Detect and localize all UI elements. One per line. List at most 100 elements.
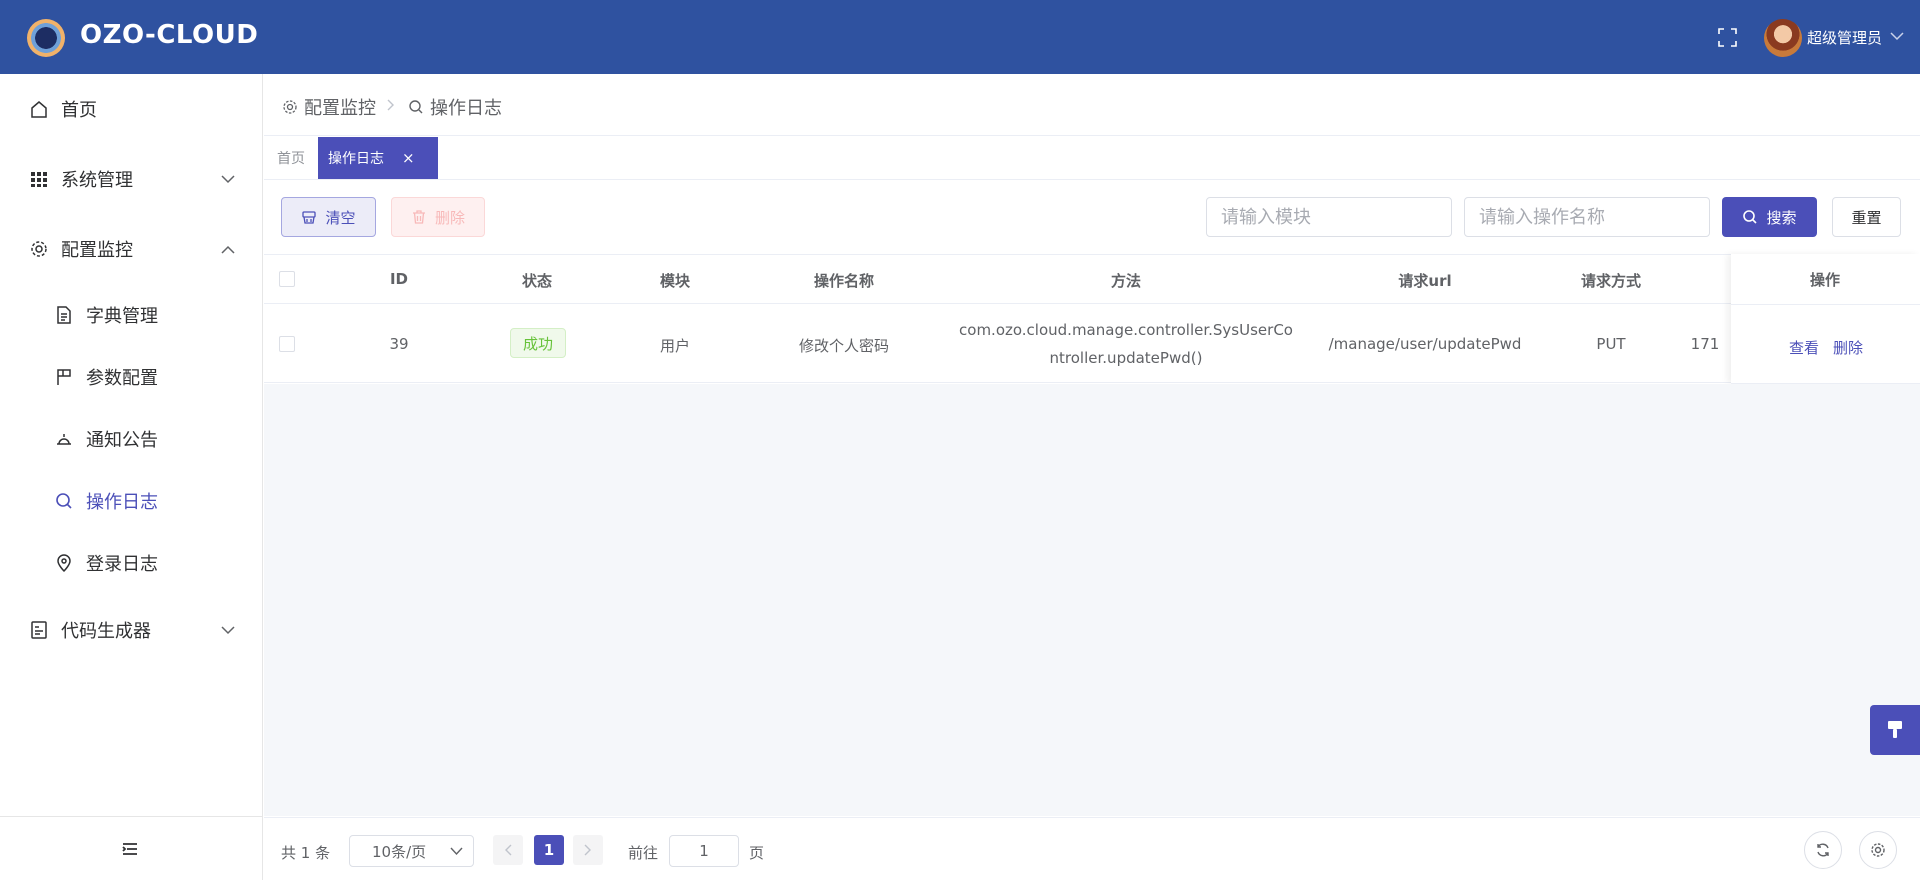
row-checkbox[interactable] [279,336,295,352]
select-all-checkbox[interactable] [279,271,295,287]
flag-icon [57,369,71,385]
sidebar-item-params[interactable]: 参数配置 [0,352,262,402]
search-icon [56,493,72,509]
column-header[interactable]: 请求url [1398,270,1451,291]
cell-method: com.ozo.cloud.manage.controller.SysUserC… [959,321,1293,367]
tab-home[interactable]: 首页 [264,137,318,179]
chevron-left-icon [505,844,512,856]
app-title: OZO-CLOUD [80,20,259,50]
chevron-up-icon [221,245,235,254]
sidebar-item-config-monitor[interactable]: 配置监控 [0,224,262,274]
clear-button[interactable]: 清空 [281,197,376,237]
sidebar-item-home[interactable]: 首页 [0,84,262,134]
cell-request-method: PUT [1596,335,1626,353]
page-size-value: 10条/页 [372,842,427,861]
sidebar-item-dictionary[interactable]: 字典管理 [0,290,262,340]
logo-icon [27,19,65,57]
collapse-menu-icon[interactable] [122,842,138,856]
top-header: OZO-CLOUD 超级管理员 [0,0,1920,74]
column-header[interactable]: 状态 [522,270,552,291]
fixed-operation-column: 操作 查看 删除 [1731,254,1920,384]
page-size-select[interactable]: 10条/页 [349,835,474,867]
table-body-empty-area [264,384,1920,816]
column-header[interactable]: ID [390,270,408,288]
avatar[interactable] [1764,19,1802,57]
pagination-bar: 共 1 条 10条/页 1 前往 1 页 [264,817,1920,880]
tab-label: 操作日志 [328,151,384,167]
search-button[interactable]: 搜索 [1722,197,1817,237]
column-header[interactable]: 模块 [660,270,690,291]
search-icon [1743,210,1758,224]
theme-settings-button[interactable] [1870,705,1920,755]
sidebar-item-login-log[interactable]: 登录日志 [0,538,262,588]
refresh-button[interactable] [1804,831,1842,869]
divider [1731,304,1920,305]
delete-button[interactable]: 删除 [391,197,485,237]
chevron-right-icon [584,844,591,856]
cell-operation: 修改个人密码 [798,337,890,355]
sidebar-item-label: 字典管理 [86,306,158,327]
page-suffix: 页 [749,844,765,862]
column-header[interactable]: 操作名称 [814,270,874,291]
table-header: ID 状态 模块 操作名称 方法 请求url 请求方式 [264,254,1920,304]
sidebar-item-label: 操作日志 [86,492,158,513]
tab-operation-log[interactable]: 操作日志 × [318,137,438,179]
sidebar-item-label: 参数配置 [86,368,158,389]
operation-name-input[interactable] [1464,197,1710,237]
delete-label: 删除 [434,208,465,227]
reset-label: 重置 [1851,208,1882,227]
grid-icon [31,172,47,187]
goto-page-input[interactable]: 1 [669,835,739,867]
module-input[interactable] [1206,197,1452,237]
delete-link[interactable]: 删除 [1833,337,1863,358]
gear-icon [283,100,297,114]
sidebar-item-label: 配置监控 [61,240,133,261]
bell-icon [57,434,71,445]
location-icon [57,554,71,573]
sidebar-item-operation-log[interactable]: 操作日志 [0,476,262,526]
gear-icon [1871,843,1885,857]
clear-label: 清空 [325,208,356,227]
close-icon[interactable]: × [402,149,415,167]
breadcrumb-item: 操作日志 [408,94,502,120]
document-icon [57,306,71,324]
table-row[interactable]: 39 成功 用户 修改个人密码 com.ozo.cloud.manage.con… [264,304,1920,383]
breadcrumb-label: 配置监控 [304,98,376,119]
code-icon [31,621,47,639]
sidebar: 首页 系统管理 配置监控 字典管理 参数配置 通知公告 操作日志 登录日志 代码… [0,74,263,880]
page-number-button[interactable]: 1 [534,835,564,865]
breadcrumb: 配置监控 操作日志 [264,74,1920,136]
chevron-down-icon [221,625,235,634]
cell-url: /manage/user/updatePwd [1328,335,1522,353]
sidebar-item-label: 首页 [61,100,97,121]
reset-button[interactable]: 重置 [1832,197,1901,237]
prev-page-button[interactable] [493,835,523,865]
user-name[interactable]: 超级管理员 [1807,27,1882,48]
chevron-right-icon [387,99,394,111]
chevron-down-icon[interactable] [1890,31,1904,41]
cell-id: 39 [389,335,409,353]
sidebar-item-label: 系统管理 [61,170,133,191]
total-count: 共 1 条 [281,844,331,862]
column-header[interactable]: 方法 [1111,270,1141,291]
broom-icon [302,211,317,224]
sidebar-item-notice[interactable]: 通知公告 [0,414,262,464]
sidebar-item-system[interactable]: 系统管理 [0,154,262,204]
settings-button[interactable] [1859,831,1897,869]
home-icon [31,101,47,118]
search-label: 搜索 [1766,208,1797,227]
breadcrumb-label: 操作日志 [430,98,502,119]
fullscreen-icon[interactable] [1718,28,1737,47]
goto-label: 前往 [628,844,659,862]
next-page-button[interactable] [573,835,603,865]
sidebar-footer [0,816,262,880]
column-header[interactable]: 请求方式 [1581,270,1641,291]
breadcrumb-item[interactable]: 配置监控 [282,94,376,120]
sidebar-item-label: 登录日志 [86,554,158,575]
sidebar-item-label: 代码生成器 [61,621,151,642]
cell-module: 用户 [659,337,691,355]
tab-label: 首页 [277,151,305,167]
tabs-bar: 首页 操作日志 × [264,136,1920,180]
view-link[interactable]: 查看 [1789,337,1819,358]
sidebar-item-code-generator[interactable]: 代码生成器 [0,605,262,655]
